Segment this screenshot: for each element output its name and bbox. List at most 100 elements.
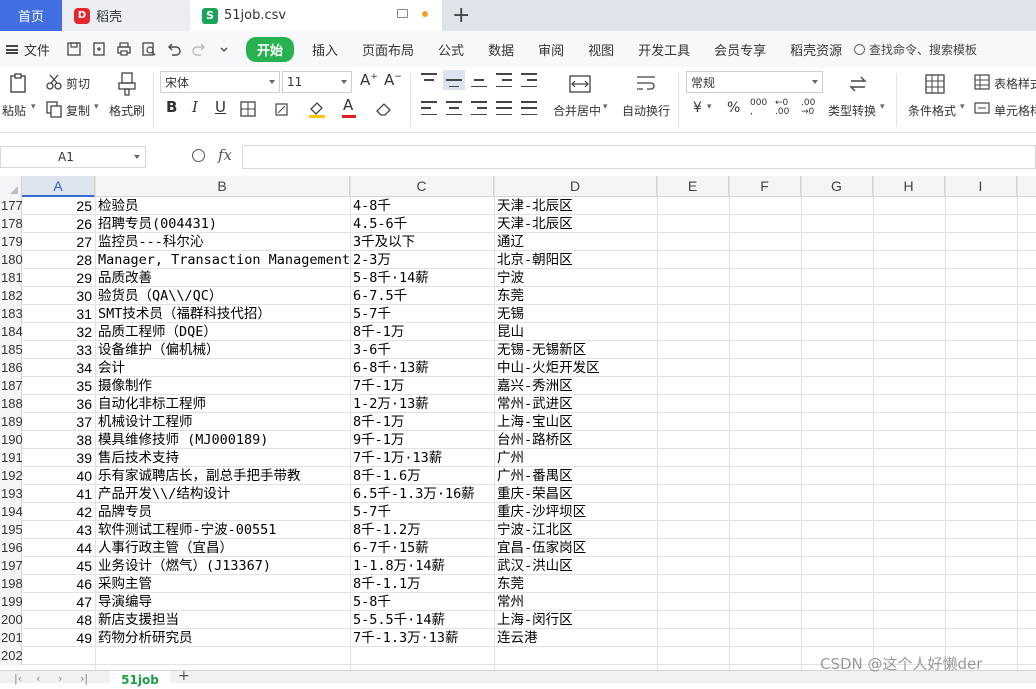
type-convert-button[interactable]: 类型转换 bbox=[828, 102, 876, 119]
cell-a[interactable]: 31 bbox=[22, 305, 95, 323]
paste-icon[interactable] bbox=[8, 72, 30, 94]
tab-home[interactable]: 首页 bbox=[0, 0, 62, 31]
cell-a[interactable]: 33 bbox=[22, 341, 95, 359]
cell-b[interactable]: 采购主管 bbox=[98, 575, 350, 593]
row-header[interactable]: 191 bbox=[0, 449, 23, 467]
redo-icon[interactable] bbox=[191, 41, 207, 57]
cell-a[interactable]: 41 bbox=[22, 485, 95, 503]
cell-d[interactable]: 台州-路桥区 bbox=[497, 431, 657, 449]
menu-tab-page-layout[interactable]: 页面布局 bbox=[350, 40, 426, 59]
cell-c[interactable]: 7千-1万·13薪 bbox=[353, 449, 494, 467]
cell-b[interactable]: 设备维护（偏机械） bbox=[98, 341, 350, 359]
row-header[interactable]: 197 bbox=[0, 557, 23, 575]
decrease-decimal-icon[interactable]: .00 →0 bbox=[801, 99, 815, 117]
first-sheet-icon[interactable]: |‹ bbox=[14, 672, 22, 685]
fill-color-icon[interactable] bbox=[308, 100, 326, 118]
merge-cells-icon[interactable] bbox=[569, 73, 591, 95]
cell-c[interactable]: 7千-1.3万·13薪 bbox=[353, 629, 494, 647]
print-preview-icon[interactable] bbox=[141, 41, 157, 57]
row-header[interactable]: 184 bbox=[0, 323, 23, 341]
copy-button[interactable]: 复制 bbox=[66, 102, 90, 119]
menu-tab-start[interactable]: 开始 bbox=[246, 36, 295, 62]
cell-d[interactable]: 昆山 bbox=[497, 323, 657, 341]
cell-b[interactable]: 产品开发\\/结构设计 bbox=[98, 485, 350, 503]
column-header-c[interactable]: C bbox=[350, 176, 494, 197]
cell-a[interactable]: 44 bbox=[22, 539, 95, 557]
row-header[interactable]: 193 bbox=[0, 485, 23, 503]
tab-file[interactable]: S 51job.csv bbox=[190, 0, 442, 31]
cell-d[interactable]: 武汉-洪山区 bbox=[497, 557, 657, 575]
row-header[interactable]: 177 bbox=[0, 197, 23, 215]
menu-tab-insert[interactable]: 插入 bbox=[300, 40, 350, 59]
menu-tab-view[interactable]: 视图 bbox=[576, 40, 626, 59]
font-size-select[interactable]: 11 bbox=[282, 71, 352, 93]
cell-b[interactable]: 自动化非标工程师 bbox=[98, 395, 350, 413]
row-header[interactable]: 201 bbox=[0, 629, 23, 647]
fx-icon[interactable]: fx bbox=[218, 146, 232, 164]
select-all-corner[interactable] bbox=[0, 176, 22, 197]
cell-b[interactable]: 售后技术支持 bbox=[98, 449, 350, 467]
row-header[interactable]: 187 bbox=[0, 377, 23, 395]
undo-icon[interactable] bbox=[166, 41, 182, 57]
row-header[interactable]: 186 bbox=[0, 359, 23, 377]
align-left-icon[interactable] bbox=[421, 101, 437, 115]
convert-type-icon[interactable] bbox=[847, 73, 869, 95]
cell-d[interactable]: 常州 bbox=[497, 593, 657, 611]
column-header-i[interactable]: I bbox=[945, 176, 1017, 197]
currency-icon[interactable]: ¥ bbox=[693, 100, 702, 116]
cell-b[interactable]: 乐有家诚聘店长，副总手把手带教 bbox=[98, 467, 350, 485]
cell-d[interactable]: 天津-北辰区 bbox=[497, 215, 657, 233]
row-header[interactable]: 183 bbox=[0, 305, 23, 323]
cell-c[interactable]: 9千-1万 bbox=[353, 431, 494, 449]
cell-b[interactable]: 品质工程师（DQE） bbox=[98, 323, 350, 341]
row-header[interactable]: 180 bbox=[0, 251, 23, 269]
spreadsheet-grid[interactable]: A B C D E F G H I 177 25 检验员 4-8千 天津-北辰区 178 2… bbox=[0, 176, 1036, 670]
cell-d[interactable]: 宁波-江北区 bbox=[497, 521, 657, 539]
cell-a[interactable]: 32 bbox=[22, 323, 95, 341]
cell-d[interactable]: 通辽 bbox=[497, 233, 657, 251]
align-right-icon[interactable] bbox=[471, 101, 487, 115]
column-header-h[interactable]: H bbox=[873, 176, 945, 197]
cell-d[interactable]: 重庆-荣昌区 bbox=[497, 485, 657, 503]
cell-c[interactable]: 7千-1万 bbox=[353, 377, 494, 395]
print-icon[interactable] bbox=[116, 41, 132, 57]
wrap-text-button[interactable]: 自动换行 bbox=[622, 102, 670, 119]
cell-b[interactable]: 监控员---科尔沁 bbox=[98, 233, 350, 251]
cell-b[interactable]: SMT技术员（福群科技代招） bbox=[98, 305, 350, 323]
cell-a[interactable]: 45 bbox=[22, 557, 95, 575]
paste-dropdown-icon[interactable]: ▾ bbox=[31, 102, 36, 112]
align-center-icon[interactable] bbox=[446, 101, 462, 115]
align-bottom-icon[interactable] bbox=[471, 73, 487, 87]
cell-c[interactable]: 6.5千-1.3万·16薪 bbox=[353, 485, 494, 503]
prev-sheet-icon[interactable]: ‹ bbox=[36, 672, 40, 685]
row-header[interactable]: 195 bbox=[0, 521, 23, 539]
save-icon[interactable] bbox=[66, 41, 82, 57]
cell-d[interactable]: 东莞 bbox=[497, 287, 657, 305]
cell-d[interactable]: 中山-火炬开发区 bbox=[497, 359, 657, 377]
cell-a[interactable]: 25 bbox=[22, 197, 95, 215]
cell-a[interactable]: 26 bbox=[22, 215, 95, 233]
cell-b[interactable]: 药物分析研究员 bbox=[98, 629, 350, 647]
column-header-g[interactable]: G bbox=[801, 176, 873, 197]
font-color-icon[interactable]: A bbox=[343, 96, 353, 114]
column-header-d[interactable]: D bbox=[494, 176, 657, 197]
cut-button[interactable]: 剪切 bbox=[66, 75, 90, 92]
file-menu[interactable]: 文件 bbox=[0, 40, 58, 59]
cell-b[interactable]: 业务设计（燃气）(J13367) bbox=[98, 557, 350, 575]
cell-c[interactable]: 5-5.5千·14薪 bbox=[353, 611, 494, 629]
indent-decrease-icon[interactable] bbox=[496, 73, 512, 87]
cell-b[interactable]: 招聘专员(004431) bbox=[98, 215, 350, 233]
cell-fill-pattern-icon[interactable] bbox=[275, 101, 291, 117]
cell-a[interactable]: 43 bbox=[22, 521, 95, 539]
distributed-align-icon[interactable] bbox=[521, 101, 537, 115]
cell-b[interactable]: 人事行政主管（宜昌） bbox=[98, 539, 350, 557]
window-mode-icon[interactable] bbox=[397, 9, 408, 18]
increase-decimal-icon[interactable]: ←0.00 bbox=[775, 99, 789, 117]
row-header[interactable]: 188 bbox=[0, 395, 23, 413]
cell-a[interactable] bbox=[22, 647, 95, 665]
cell-style-button[interactable]: 单元格样式 bbox=[994, 102, 1036, 119]
conditional-format-button[interactable]: 条件格式 bbox=[908, 102, 956, 119]
cell-d[interactable]: 天津-北辰区 bbox=[497, 197, 657, 215]
cell-d[interactable]: 上海-宝山区 bbox=[497, 413, 657, 431]
row-header[interactable]: 185 bbox=[0, 341, 23, 359]
